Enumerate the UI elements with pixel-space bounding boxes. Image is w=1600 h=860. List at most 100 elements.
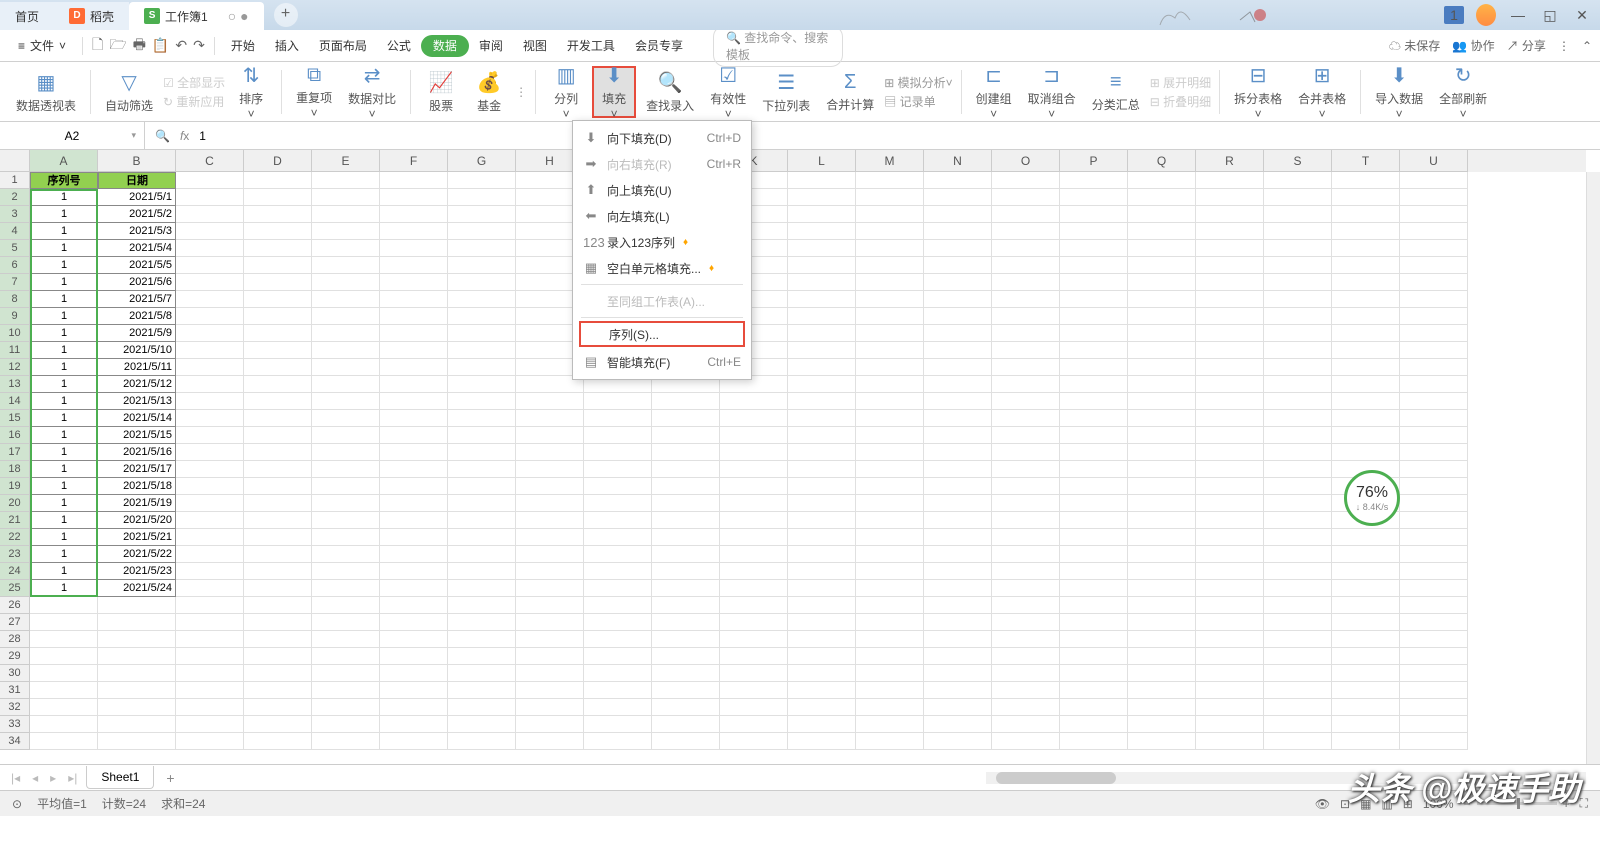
sheet-tab[interactable]: Sheet1 bbox=[86, 766, 154, 789]
cell[interactable] bbox=[788, 648, 856, 665]
cell[interactable] bbox=[176, 478, 244, 495]
cell[interactable] bbox=[1264, 427, 1332, 444]
cell[interactable] bbox=[1128, 563, 1196, 580]
row-header[interactable]: 18 bbox=[0, 461, 30, 478]
cell[interactable] bbox=[448, 325, 516, 342]
ungroup-button[interactable]: ⊐取消组合˅ bbox=[1022, 66, 1082, 118]
cell[interactable] bbox=[992, 631, 1060, 648]
auto-filter-button[interactable]: ▽自动筛选 bbox=[99, 66, 159, 118]
cell[interactable]: 2021/5/11 bbox=[98, 359, 176, 376]
cell[interactable] bbox=[856, 291, 924, 308]
cell[interactable]: 1 bbox=[30, 223, 98, 240]
cell[interactable] bbox=[516, 580, 584, 597]
cell[interactable] bbox=[788, 257, 856, 274]
cell[interactable] bbox=[992, 189, 1060, 206]
cell[interactable] bbox=[1264, 563, 1332, 580]
cell[interactable]: 2021/5/3 bbox=[98, 223, 176, 240]
cell[interactable]: 2021/5/15 bbox=[98, 427, 176, 444]
cell[interactable] bbox=[312, 478, 380, 495]
cell[interactable] bbox=[1128, 206, 1196, 223]
cell[interactable] bbox=[584, 648, 652, 665]
cell[interactable]: 1 bbox=[30, 189, 98, 206]
cell[interactable] bbox=[448, 614, 516, 631]
cell[interactable]: 1 bbox=[30, 427, 98, 444]
cell[interactable] bbox=[924, 716, 992, 733]
cell[interactable] bbox=[992, 444, 1060, 461]
cell[interactable] bbox=[1128, 512, 1196, 529]
cell[interactable] bbox=[1332, 325, 1400, 342]
cell[interactable] bbox=[448, 376, 516, 393]
cell[interactable] bbox=[30, 665, 98, 682]
cell[interactable] bbox=[312, 342, 380, 359]
cell[interactable] bbox=[1128, 461, 1196, 478]
cell[interactable] bbox=[992, 410, 1060, 427]
cell[interactable] bbox=[1264, 410, 1332, 427]
cell[interactable] bbox=[176, 291, 244, 308]
cell[interactable] bbox=[176, 427, 244, 444]
cell[interactable] bbox=[1264, 461, 1332, 478]
cell[interactable] bbox=[1128, 427, 1196, 444]
cell[interactable] bbox=[924, 342, 992, 359]
cell[interactable] bbox=[1128, 478, 1196, 495]
cell[interactable] bbox=[856, 427, 924, 444]
cell[interactable]: 1 bbox=[30, 495, 98, 512]
cell[interactable]: 1 bbox=[30, 206, 98, 223]
cell[interactable] bbox=[924, 325, 992, 342]
cell[interactable] bbox=[1128, 529, 1196, 546]
cell[interactable] bbox=[380, 461, 448, 478]
cell[interactable] bbox=[652, 682, 720, 699]
cell[interactable] bbox=[1400, 546, 1468, 563]
cell[interactable] bbox=[924, 291, 992, 308]
consolidate-button[interactable]: Σ合并计算 bbox=[820, 66, 880, 118]
sheet-last-icon[interactable]: ▸| bbox=[65, 771, 80, 785]
cell[interactable] bbox=[380, 631, 448, 648]
row-header[interactable]: 27 bbox=[0, 614, 30, 631]
cell[interactable] bbox=[1332, 444, 1400, 461]
minimize-icon[interactable]: — bbox=[1508, 7, 1528, 23]
cell[interactable] bbox=[380, 546, 448, 563]
formula-input[interactable]: 1 bbox=[199, 129, 206, 143]
validation-button[interactable]: ☑有效性˅ bbox=[704, 66, 752, 118]
cell[interactable] bbox=[856, 716, 924, 733]
redo-icon[interactable]: ↷ bbox=[193, 37, 205, 54]
cell[interactable] bbox=[1264, 597, 1332, 614]
cell[interactable] bbox=[312, 682, 380, 699]
close-tab-icon[interactable]: ○ ● bbox=[228, 8, 249, 24]
cell[interactable] bbox=[1400, 733, 1468, 750]
cell[interactable] bbox=[1332, 699, 1400, 716]
fill-menu-item[interactable]: ⬅向左填充(L) bbox=[573, 203, 751, 229]
cell[interactable] bbox=[584, 614, 652, 631]
row-header[interactable]: 30 bbox=[0, 665, 30, 682]
cell[interactable] bbox=[992, 529, 1060, 546]
cell[interactable] bbox=[720, 699, 788, 716]
fx-icon[interactable]: fx bbox=[180, 129, 189, 143]
cell[interactable] bbox=[924, 478, 992, 495]
cell[interactable] bbox=[1264, 665, 1332, 682]
cell[interactable] bbox=[1196, 478, 1264, 495]
cell[interactable] bbox=[176, 172, 244, 189]
cell[interactable] bbox=[1196, 325, 1264, 342]
group-button[interactable]: ⊏创建组˅ bbox=[970, 66, 1018, 118]
cell[interactable] bbox=[788, 563, 856, 580]
cell[interactable] bbox=[1128, 393, 1196, 410]
col-header[interactable]: L bbox=[788, 150, 856, 172]
cell[interactable] bbox=[448, 648, 516, 665]
row-header[interactable]: 1 bbox=[0, 172, 30, 189]
cell[interactable] bbox=[652, 393, 720, 410]
cell[interactable] bbox=[1264, 614, 1332, 631]
cell[interactable] bbox=[1060, 512, 1128, 529]
cell[interactable] bbox=[788, 614, 856, 631]
cell[interactable] bbox=[924, 257, 992, 274]
cell[interactable] bbox=[448, 393, 516, 410]
cell[interactable] bbox=[720, 495, 788, 512]
cell[interactable] bbox=[1264, 733, 1332, 750]
cell[interactable] bbox=[1060, 342, 1128, 359]
cell[interactable] bbox=[1196, 410, 1264, 427]
cell[interactable] bbox=[584, 733, 652, 750]
cell[interactable] bbox=[176, 631, 244, 648]
cell[interactable] bbox=[720, 733, 788, 750]
cell[interactable] bbox=[516, 563, 584, 580]
cell[interactable] bbox=[1332, 240, 1400, 257]
cell[interactable] bbox=[652, 410, 720, 427]
cell[interactable] bbox=[720, 444, 788, 461]
